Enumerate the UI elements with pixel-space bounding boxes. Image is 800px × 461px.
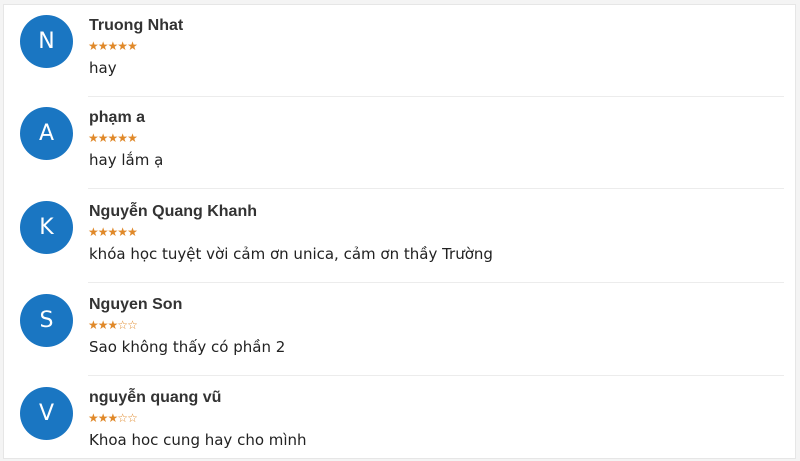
review-comment: khóa học tuyệt vời cảm ơn unica, cảm ơn … — [89, 245, 493, 263]
reviewer-name: Truong Nhat — [89, 17, 184, 34]
star-filled-icon: ★ — [88, 131, 99, 145]
star-empty-icon: ☆ — [117, 318, 128, 332]
avatar: A — [20, 107, 73, 160]
star-filled-icon: ★ — [107, 39, 119, 53]
star-filled-icon: ★ — [97, 131, 109, 145]
star-filled-icon: ★ — [107, 318, 119, 332]
avatar: N — [20, 15, 73, 68]
review-comment: Khoa hoc cung hay cho mình — [89, 431, 307, 449]
star-rating: ★★★☆☆ — [88, 318, 138, 332]
review-item: N Truong Nhat ★★★★★ hay — [4, 5, 784, 97]
divider — [88, 375, 784, 376]
review-item: S Nguyen Son ★★★☆☆ Sao không thấy có phầ… — [4, 284, 784, 376]
reviewer-name: Nguyễn Quang Khanh — [89, 203, 257, 220]
review-item: A phạm a ★★★★★ hay lắm ạ — [4, 97, 784, 189]
star-empty-icon: ☆ — [117, 411, 128, 425]
avatar: V — [20, 387, 73, 440]
star-filled-icon: ★ — [107, 225, 119, 239]
avatar: K — [20, 201, 73, 254]
star-rating: ★★★★★ — [88, 39, 138, 53]
star-filled-icon: ★ — [107, 411, 119, 425]
star-filled-icon: ★ — [97, 411, 109, 425]
star-rating: ★★★★★ — [88, 131, 138, 145]
review-comment: hay — [89, 59, 117, 77]
star-filled-icon: ★ — [97, 225, 109, 239]
avatar: S — [20, 294, 73, 347]
star-filled-icon: ★ — [127, 131, 138, 145]
star-filled-icon: ★ — [127, 39, 138, 53]
star-rating: ★★★★★ — [88, 225, 138, 239]
reviewer-name: Nguyen Son — [89, 296, 183, 313]
star-empty-icon: ☆ — [127, 318, 138, 332]
star-filled-icon: ★ — [88, 411, 99, 425]
star-filled-icon: ★ — [117, 39, 128, 53]
star-filled-icon: ★ — [117, 225, 128, 239]
divider — [88, 188, 784, 189]
review-comment: Sao không thấy có phần 2 — [89, 338, 286, 356]
review-comment: hay lắm ạ — [89, 151, 164, 169]
star-filled-icon: ★ — [97, 39, 109, 53]
star-filled-icon: ★ — [88, 318, 99, 332]
review-item: V nguyễn quang vũ ★★★☆☆ Khoa hoc cung ha… — [4, 377, 784, 458]
reviewer-name: phạm a — [89, 109, 146, 126]
star-filled-icon: ★ — [117, 131, 128, 145]
star-rating: ★★★☆☆ — [88, 411, 138, 425]
divider — [88, 282, 784, 283]
star-filled-icon: ★ — [88, 39, 99, 53]
star-filled-icon: ★ — [88, 225, 99, 239]
star-filled-icon: ★ — [127, 225, 138, 239]
star-filled-icon: ★ — [97, 318, 109, 332]
star-filled-icon: ★ — [107, 131, 119, 145]
star-empty-icon: ☆ — [127, 411, 138, 425]
reviews-panel: N Truong Nhat ★★★★★ hay A phạm a ★★★★★ h… — [3, 4, 796, 459]
reviewer-name: nguyễn quang vũ — [89, 389, 222, 406]
review-item: K Nguyễn Quang Khanh ★★★★★ khóa học tuyệ… — [4, 191, 784, 283]
